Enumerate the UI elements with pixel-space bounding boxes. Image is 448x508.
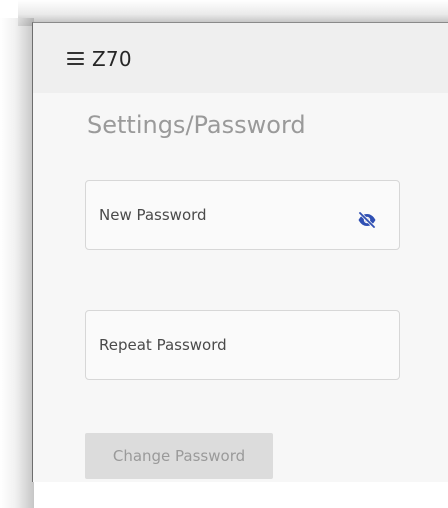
app-window: Z70 Settings/Password New Password Repea… <box>32 22 448 482</box>
window-shadow-left <box>0 18 34 508</box>
change-password-button[interactable]: Change Password <box>85 433 273 479</box>
app-bar: Z70 <box>33 23 448 93</box>
new-password-label: New Password <box>99 206 207 224</box>
page-title: Settings/Password <box>87 111 306 139</box>
new-password-field[interactable]: New Password <box>85 180 400 250</box>
eye-slash-icon[interactable] <box>357 211 377 229</box>
app-title: Z70 <box>92 47 132 71</box>
repeat-password-field[interactable]: Repeat Password <box>85 310 400 380</box>
repeat-password-label: Repeat Password <box>99 336 227 354</box>
hamburger-menu-icon[interactable] <box>67 52 84 65</box>
